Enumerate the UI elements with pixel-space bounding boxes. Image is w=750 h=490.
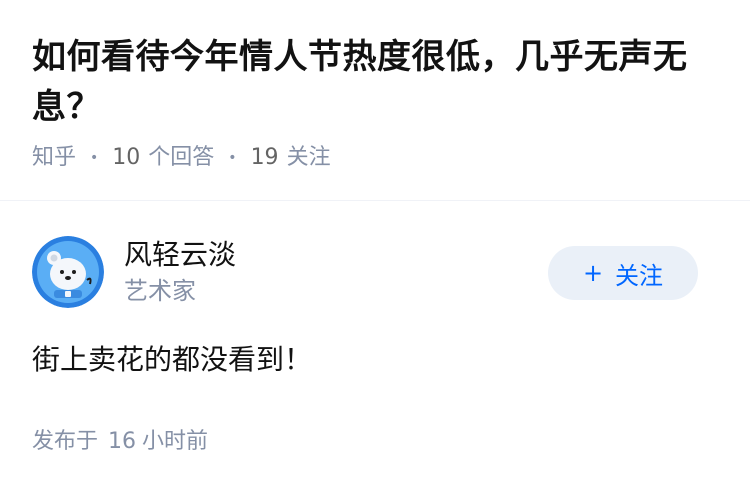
follower-count: 19 bbox=[250, 145, 279, 170]
question-title[interactable]: 如何看待今年情人节热度很低，几乎无声无息？ bbox=[32, 32, 718, 132]
plus-icon: + bbox=[582, 259, 604, 287]
follow-button[interactable]: + 关注 bbox=[548, 246, 698, 300]
section-divider bbox=[0, 200, 750, 201]
follow-button-label: 关注 bbox=[615, 261, 664, 290]
time-prefix: 发布于 bbox=[32, 429, 99, 454]
time-suffix: 小时前 bbox=[142, 429, 209, 454]
author-name[interactable]: 风轻云淡 bbox=[124, 236, 236, 274]
answer-content[interactable]: 街上卖花的都没看到！ bbox=[32, 340, 718, 380]
separator-dot: • bbox=[228, 150, 237, 166]
answer-count: 10 bbox=[112, 145, 141, 170]
bear-avatar-icon[interactable] bbox=[32, 236, 104, 308]
source-label[interactable]: 知乎 bbox=[32, 142, 76, 174]
author-row: 风轻云淡 艺术家 + 关注 bbox=[32, 234, 718, 310]
follower-count-label[interactable]: 关注 bbox=[287, 142, 331, 174]
author-headline: 艺术家 bbox=[124, 277, 196, 305]
answer-time: 发布于 16 小时前 bbox=[32, 426, 718, 458]
separator-dot: • bbox=[90, 150, 99, 166]
question-header: 如何看待今年情人节热度很低，几乎无声无息？ 知乎 • 10 个回答 • 19 关… bbox=[0, 0, 750, 174]
answer-card: 风轻云淡 艺术家 + 关注 街上卖花的都没看到！ 发布于 16 小时前 bbox=[32, 234, 718, 458]
time-value: 16 bbox=[108, 429, 137, 454]
question-meta: 知乎 • 10 个回答 • 19 关注 bbox=[32, 142, 718, 174]
answer-count-label[interactable]: 个回答 bbox=[148, 142, 214, 174]
author-info: 风轻云淡 艺术家 bbox=[124, 236, 236, 308]
